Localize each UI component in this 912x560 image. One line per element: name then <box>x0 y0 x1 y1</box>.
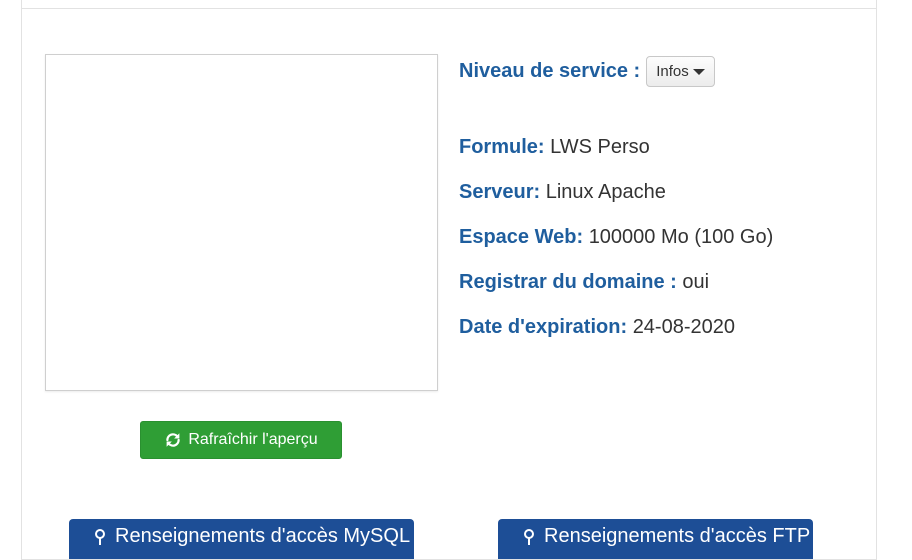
page: Rafraîchir l'aperçu Niveau de service : … <box>0 0 912 560</box>
detail-row-espace-web: Espace Web: 100000 Mo (100 Go) <box>459 226 773 249</box>
detail-label: Serveur: <box>459 181 541 203</box>
detail-row-serveur: Serveur: Linux Apache <box>459 181 666 204</box>
mysql-access-label: Renseignements d'accès MySQL <box>115 525 411 547</box>
detail-value: Linux Apache <box>545 181 666 203</box>
refresh-icon <box>166 433 181 447</box>
service-level-dropdown[interactable]: Infos <box>646 56 715 87</box>
detail-value: 100000 Mo (100 Go) <box>588 226 774 248</box>
ftp-access-button[interactable]: Renseignements d'accès FTP <box>498 519 813 559</box>
site-preview <box>45 54 438 391</box>
key-icon <box>95 528 105 545</box>
detail-label: Espace Web: <box>459 226 584 248</box>
detail-value: 24-08-2020 <box>632 316 735 338</box>
key-icon <box>524 528 534 545</box>
ftp-access-label: Renseignements d'accès FTP <box>544 525 811 547</box>
dropdown-label: Infos <box>656 63 689 80</box>
caret-down-icon <box>692 68 705 75</box>
refresh-preview-button[interactable]: Rafraîchir l'aperçu <box>140 421 342 459</box>
service-level-label: Niveau de service : <box>459 60 641 82</box>
mysql-access-button[interactable]: Renseignements d'accès MySQL <box>69 519 414 559</box>
service-level-row: Niveau de service : Infos <box>459 56 715 87</box>
detail-value: oui <box>682 271 710 293</box>
panel-divider <box>21 8 876 9</box>
detail-row-expiration: Date d'expiration: 24-08-2020 <box>459 316 735 339</box>
detail-value: LWS Perso <box>550 136 650 158</box>
detail-label: Date d'expiration: <box>459 316 628 338</box>
detail-row-registrar: Registrar du domaine : oui <box>459 271 709 294</box>
detail-label: Formule: <box>459 136 545 158</box>
detail-label: Registrar du domaine : <box>459 271 677 293</box>
detail-row-formule: Formule: LWS Perso <box>459 136 650 159</box>
refresh-preview-label: Rafraîchir l'aperçu <box>188 431 318 448</box>
